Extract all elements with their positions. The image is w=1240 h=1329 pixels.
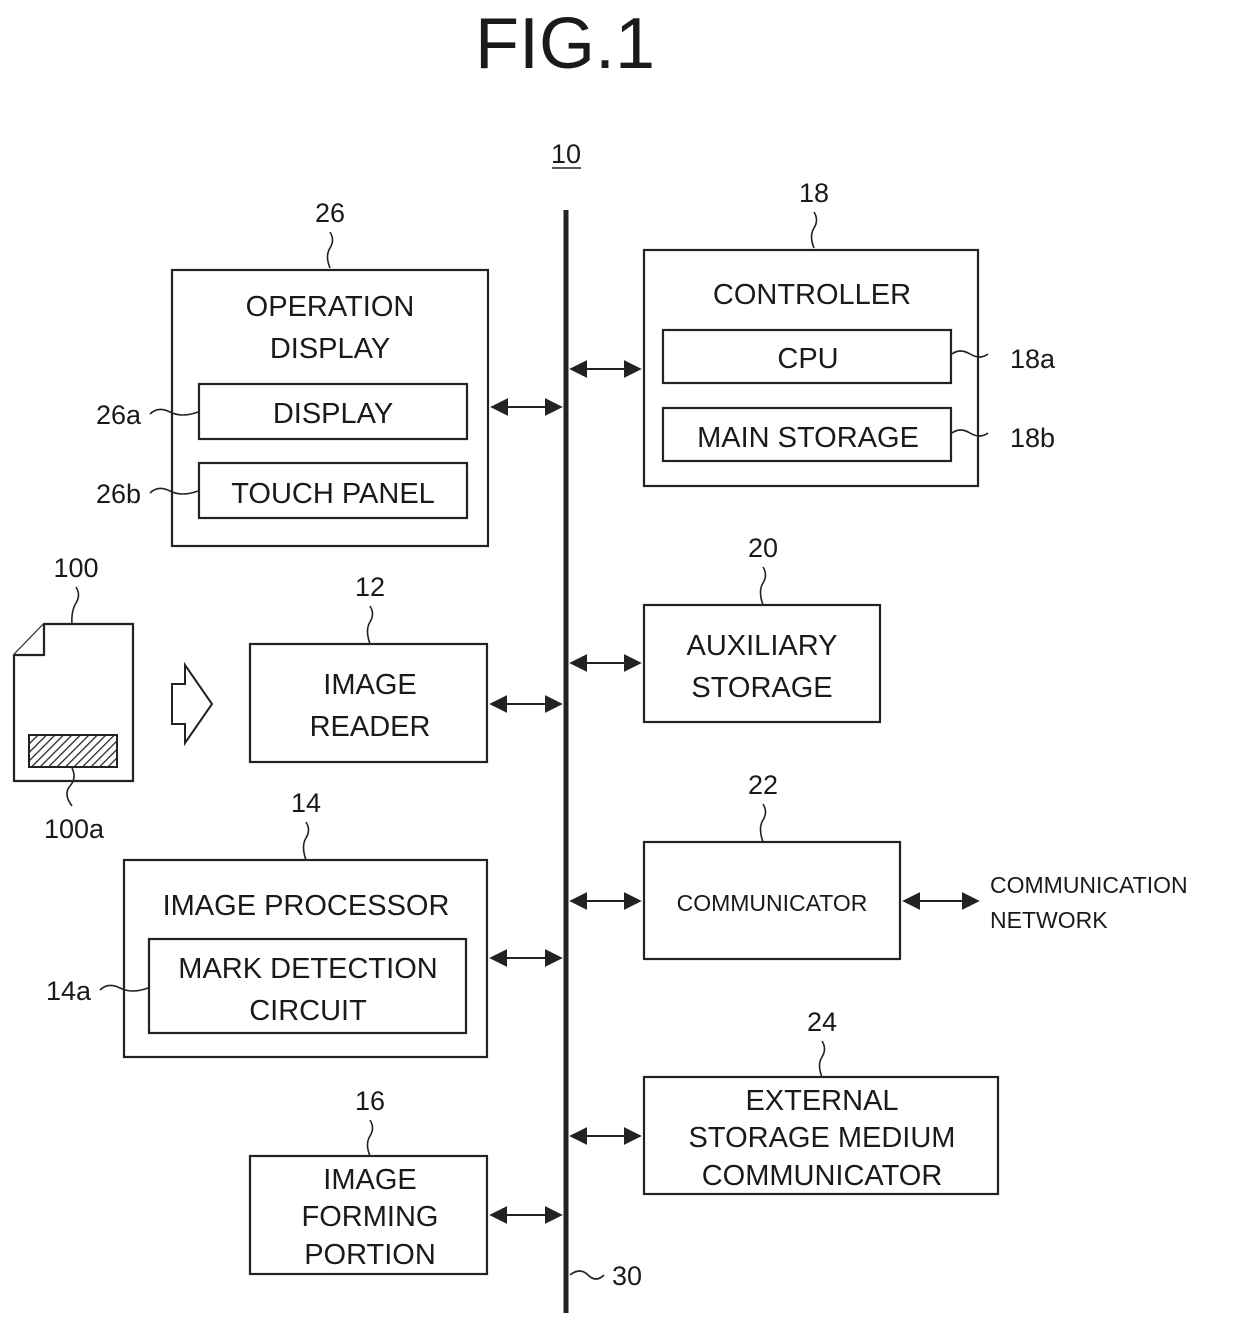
communicator-ref: 22 (748, 770, 778, 800)
communicator-block: 22 COMMUNICATOR COMMUNICATION NETWORK (569, 770, 1188, 961)
auxiliary-storage-block: 20 AUXILIARY STORAGE (569, 533, 882, 724)
controller-leader (810, 211, 818, 249)
external-storage-ref: 24 (807, 1007, 837, 1037)
cpu-ref: 18a (1010, 344, 1056, 374)
external-storage-label-3: COMMUNICATOR (702, 1160, 943, 1192)
network-label-2: NETWORK (990, 907, 1108, 933)
display-ref: 26a (96, 400, 142, 430)
document-ref: 100 (53, 553, 98, 583)
image-processor-leader (302, 821, 310, 861)
document-mark-ref: 100a (44, 814, 105, 844)
image-reader-block: 12 IMAGE READER (248, 572, 563, 764)
cpu-label: CPU (777, 343, 838, 375)
display-label: DISPLAY (273, 398, 393, 430)
image-reader-box (248, 642, 489, 764)
mark-detection-label-2: CIRCUIT (249, 995, 367, 1027)
communicator-label: COMMUNICATOR (677, 890, 868, 916)
image-forming-label-3: PORTION (304, 1239, 436, 1271)
external-storage-block: 24 EXTERNAL STORAGE MEDIUM COMMUNICATOR (569, 1007, 1000, 1196)
controller-ref: 18 (799, 178, 829, 208)
auxiliary-storage-leader (759, 566, 767, 606)
mark-detection-label-1: MARK DETECTION (178, 953, 437, 985)
operation-display-label-2: DISPLAY (270, 333, 390, 365)
external-storage-label-2: STORAGE MEDIUM (689, 1122, 956, 1154)
mark-detection-ref: 14a (46, 976, 92, 1006)
operation-display-label-1: OPERATION (246, 291, 415, 323)
auxiliary-storage-ref: 20 (748, 533, 778, 563)
communicator-leader (759, 803, 767, 843)
external-storage-label-1: EXTERNAL (745, 1085, 898, 1117)
bus-ref: 30 (612, 1261, 642, 1291)
document-mark-hatch (28, 734, 118, 768)
touch-panel-ref: 26b (96, 479, 141, 509)
external-storage-leader (818, 1040, 826, 1078)
image-forming-leader (366, 1119, 374, 1157)
bus-ref-leader (569, 1270, 605, 1280)
image-reader-leader (366, 605, 374, 645)
network-label-1: COMMUNICATION (990, 872, 1188, 898)
document-group: 100 100a (12, 553, 214, 844)
auxiliary-storage-label-2: STORAGE (691, 672, 832, 704)
image-forming-block: 16 IMAGE FORMING PORTION (248, 1086, 563, 1276)
feed-arrow-icon (171, 661, 214, 747)
image-processor-block: 14 IMAGE PROCESSOR MARK DETECTION CIRCUI… (46, 788, 563, 1059)
operation-display-block: 26 OPERATION DISPLAY DISPLAY 26a TOUCH P… (96, 198, 563, 548)
image-processor-label: IMAGE PROCESSOR (163, 890, 450, 922)
image-processor-ref: 14 (291, 788, 321, 818)
auxiliary-storage-box (642, 603, 882, 724)
image-forming-label-1: IMAGE (323, 1164, 416, 1196)
document-leader (71, 586, 80, 626)
auxiliary-storage-label-1: AUXILIARY (687, 630, 838, 662)
controller-label: CONTROLLER (713, 279, 911, 311)
device-ref: 10 (551, 139, 581, 169)
main-storage-label: MAIN STORAGE (697, 422, 919, 454)
operation-display-ref: 26 (315, 198, 345, 228)
figure-title: FIG.1 (475, 4, 655, 84)
image-reader-label-2: READER (310, 711, 431, 743)
main-storage-ref: 18b (1010, 423, 1055, 453)
operation-display-leader (326, 231, 334, 269)
image-forming-label-2: FORMING (302, 1201, 439, 1233)
image-reader-ref: 12 (355, 572, 385, 602)
image-reader-label-1: IMAGE (323, 669, 416, 701)
block-diagram: FIG.1 10 30 26 OPERATION DISPLAY DISPLAY… (12, 4, 1188, 1313)
controller-block: 18 CONTROLLER CPU 18a MAIN STORAGE 18b (569, 178, 1056, 488)
image-forming-ref: 16 (355, 1086, 385, 1116)
touch-panel-label: TOUCH PANEL (231, 478, 435, 510)
